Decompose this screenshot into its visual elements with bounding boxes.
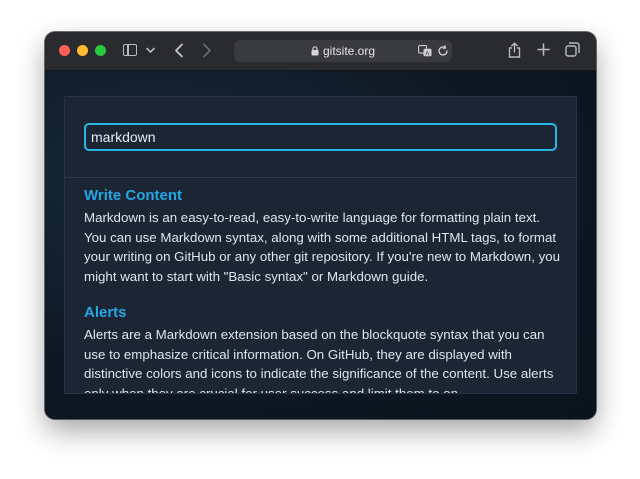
search-input[interactable]: markdown (84, 123, 557, 151)
zoom-window-button[interactable] (95, 45, 106, 56)
result-snippet: Alerts are a Markdown extension based on… (84, 327, 554, 394)
chevron-down-icon[interactable] (146, 47, 155, 54)
page-content: markdown Write Content Markdown is an ea… (45, 71, 596, 419)
reload-icon[interactable] (437, 45, 449, 57)
translate-icon[interactable]: A (418, 45, 432, 57)
search-result[interactable]: Write Content Markdown is an easy-to-rea… (84, 186, 562, 286)
divider (65, 177, 576, 178)
tabs-overview-icon[interactable] (565, 42, 580, 57)
browser-toolbar: gitsite.org A (45, 32, 596, 71)
search-value: markdown (91, 129, 156, 145)
back-arrow-icon[interactable] (174, 43, 184, 58)
share-icon[interactable] (508, 42, 521, 58)
url-text: gitsite.org (322, 44, 376, 58)
lock-icon (311, 46, 319, 56)
sidebar-icon[interactable] (123, 44, 137, 56)
result-snippet: Markdown is an easy-to-read, easy-to-wri… (84, 210, 561, 284)
search-panel: markdown Write Content Markdown is an ea… (64, 96, 577, 394)
result-title[interactable]: Write Content (84, 186, 562, 206)
search-result[interactable]: Alerts Alerts are a Markdown extension b… (84, 303, 562, 394)
browser-window: gitsite.org A markdown Write Content Mar… (45, 32, 596, 419)
close-window-button[interactable] (59, 45, 70, 56)
svg-text:A: A (425, 51, 429, 57)
minimize-window-button[interactable] (77, 45, 88, 56)
plus-icon[interactable] (537, 43, 550, 56)
forward-arrow-icon[interactable] (202, 43, 212, 58)
address-bar[interactable]: gitsite.org A (234, 40, 452, 62)
result-title[interactable]: Alerts (84, 303, 562, 323)
